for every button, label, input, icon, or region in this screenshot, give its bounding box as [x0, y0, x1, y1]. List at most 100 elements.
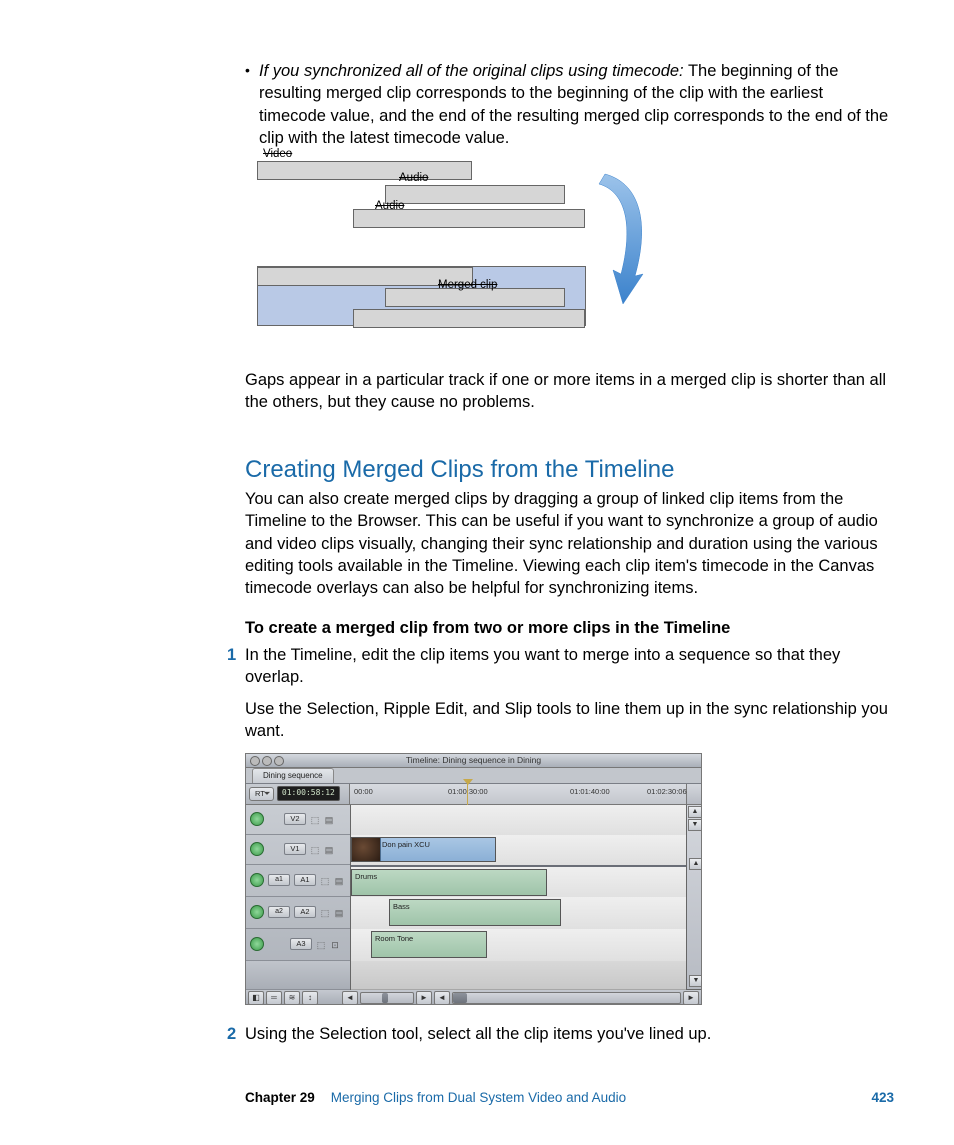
auto-select-icon[interactable]: ▤ — [324, 844, 334, 854]
bullet-marker: • — [245, 60, 259, 149]
close-icon[interactable] — [250, 756, 260, 766]
scroll-up-icon[interactable]: ▲ — [689, 858, 702, 870]
minimize-icon[interactable] — [262, 756, 272, 766]
tl-toggle-button[interactable]: ↕ — [302, 991, 318, 1005]
tl-right-scroll[interactable]: ▲ ▼ ▲ ▼ — [686, 805, 701, 989]
tl-track-label[interactable]: A1 — [294, 874, 316, 886]
tl-ruler-tick: 00:00 — [354, 787, 373, 797]
diagram-merged-label: Merged clip — [438, 278, 497, 294]
tl-lane-a1[interactable]: Drums — [351, 865, 686, 900]
tl-track-label[interactable]: A3 — [290, 938, 312, 950]
clip-thumbnail — [352, 838, 381, 861]
lock-icon[interactable]: ⬚ — [316, 939, 326, 949]
tl-lane-v1[interactable]: Don pain XCU — [351, 835, 686, 866]
tl-toggle-button[interactable]: ≋ — [284, 991, 300, 1005]
tl-clip-label: Drums — [355, 872, 377, 882]
merge-diagram: Video Audio Audio Merged clip — [257, 161, 687, 351]
tl-toggle-button[interactable]: ═ — [266, 991, 282, 1005]
tl-lane-spacer — [351, 961, 686, 990]
tl-ruler-tick: 01:01:40:00 — [570, 787, 610, 797]
lock-icon[interactable]: ⬚ — [320, 907, 330, 917]
lock-icon[interactable]: ⬚ — [310, 814, 320, 824]
tl-track-a1[interactable]: a1 A1 ⬚ ▤ — [246, 865, 350, 897]
tl-track-label[interactable]: A2 — [294, 906, 316, 918]
tl-clip-label: Room Tone — [375, 934, 413, 944]
zoom-icon[interactable] — [274, 756, 284, 766]
tl-lane-a2[interactable]: Bass — [351, 897, 686, 930]
tl-lanes[interactable]: Don pain XCU Drums Bass — [351, 805, 686, 989]
footer-page-number: 423 — [871, 1089, 894, 1107]
tl-toggle-button[interactable]: ◧ — [248, 991, 264, 1005]
diagram-audio2-label: Audio — [375, 199, 404, 215]
steps-heading: To create a merged clip from two or more… — [245, 617, 889, 639]
tl-tabbar: Dining sequence — [246, 768, 701, 784]
tl-window-title: Timeline: Dining sequence in Dining — [406, 755, 541, 765]
tl-rt-menu[interactable]: RT — [249, 787, 274, 801]
tl-window-controls[interactable] — [250, 756, 284, 766]
tl-zoom-slider[interactable] — [360, 992, 414, 1004]
footer-chapter-title: Merging Clips from Dual System Video and… — [331, 1089, 626, 1107]
auto-select-icon[interactable]: ⊡ — [330, 939, 340, 949]
tl-track-label[interactable]: V1 — [284, 843, 306, 855]
tl-track-a3[interactable]: A3 ⬚ ⊡ — [246, 929, 350, 961]
section-heading: Creating Merged Clips from the Timeline — [245, 454, 889, 486]
step-1-number: 1 — [227, 644, 236, 666]
scroll-down-icon[interactable]: ▼ — [689, 975, 702, 987]
diagram-audio1-bar — [385, 185, 565, 204]
tl-lane-v2[interactable] — [351, 805, 686, 836]
lock-icon[interactable]: ⬚ — [310, 844, 320, 854]
tl-titlebar: Timeline: Dining sequence in Dining — [246, 754, 701, 768]
timeline-screenshot: Timeline: Dining sequence in Dining Dini… — [245, 753, 702, 1005]
tl-patch-label[interactable]: a1 — [268, 874, 290, 885]
speaker-icon[interactable] — [250, 905, 264, 919]
step-1-text: In the Timeline, edit the clip items you… — [245, 646, 840, 686]
tl-track-label[interactable]: V2 — [284, 813, 306, 825]
scroll-up-icon[interactable]: ▲ — [688, 806, 702, 818]
tl-clip-room-tone[interactable]: Room Tone — [371, 931, 487, 958]
page-footer: Chapter 29 Merging Clips from Dual Syste… — [60, 1089, 894, 1107]
auto-select-icon[interactable]: ▤ — [324, 814, 334, 824]
speaker-icon[interactable] — [250, 937, 264, 951]
visibility-icon[interactable] — [250, 812, 264, 826]
auto-select-icon[interactable]: ▤ — [334, 907, 344, 917]
tl-lane-a3[interactable]: Room Tone — [351, 929, 686, 962]
tl-scroll-left[interactable]: ◄ — [434, 991, 450, 1005]
tl-clip-video[interactable]: Don pain XCU — [351, 837, 496, 862]
visibility-icon[interactable] — [250, 842, 264, 856]
tl-header-controls: RT 01:00:58:12 — [246, 784, 350, 804]
tl-clip-label: Bass — [393, 902, 410, 912]
speaker-icon[interactable] — [250, 873, 264, 887]
section-paragraph: You can also create merged clips by drag… — [245, 488, 889, 599]
tl-zoom-in[interactable]: ► — [416, 991, 432, 1005]
tl-ruler[interactable]: 00:00 01:00:30:00 01:01:40:00 01:02:30:0… — [350, 784, 686, 804]
tl-track-a2[interactable]: a2 A2 ⬚ ▤ — [246, 897, 350, 929]
lock-icon[interactable]: ⬚ — [320, 875, 330, 885]
scroll-down-icon[interactable]: ▼ — [688, 819, 702, 831]
bullet-item: • If you synchronized all of the origina… — [245, 60, 889, 149]
tl-track-v1[interactable]: V1 ⬚ ▤ — [246, 835, 350, 865]
gap-paragraph: Gaps appear in a particular track if one… — [245, 369, 889, 414]
step-2-text: Using the Selection tool, select all the… — [245, 1025, 711, 1043]
step-1-sub: Use the Selection, Ripple Edit, and Slip… — [245, 698, 889, 743]
diagram-merged-bar3 — [353, 309, 585, 328]
tl-clip-drums[interactable]: Drums — [351, 869, 547, 896]
tl-zoom-out[interactable]: ◄ — [342, 991, 358, 1005]
tl-tab-sequence[interactable]: Dining sequence — [252, 768, 334, 783]
tl-footer: ◧ ═ ≋ ↕ ◄ ► ◄ ► — [246, 989, 701, 1005]
diagram-arrow — [587, 166, 667, 336]
tl-ruler-endcap — [686, 784, 701, 804]
tl-track-headers: V2 ⬚ ▤ V1 ⬚ ▤ a1 A1 ⬚ — [246, 805, 351, 989]
tl-ruler-tick: 01:02:30:06 — [647, 787, 687, 797]
tl-patch-label[interactable]: a2 — [268, 906, 290, 917]
step-2-number: 2 — [227, 1023, 236, 1045]
auto-select-icon[interactable]: ▤ — [334, 875, 344, 885]
step-2: 2 Using the Selection tool, select all t… — [245, 1023, 889, 1045]
tl-track-v2[interactable]: V2 ⬚ ▤ — [246, 805, 350, 835]
tl-clip-bass[interactable]: Bass — [389, 899, 561, 926]
step-1: 1 In the Timeline, edit the clip items y… — [245, 644, 889, 689]
tl-timecode[interactable]: 01:00:58:12 — [277, 786, 340, 801]
tl-clip-label: Don pain XCU — [382, 840, 430, 850]
tl-scroll-right[interactable]: ► — [683, 991, 699, 1005]
tl-h-scrollbar[interactable] — [452, 992, 681, 1004]
diagram-video-label: Video — [263, 147, 292, 163]
